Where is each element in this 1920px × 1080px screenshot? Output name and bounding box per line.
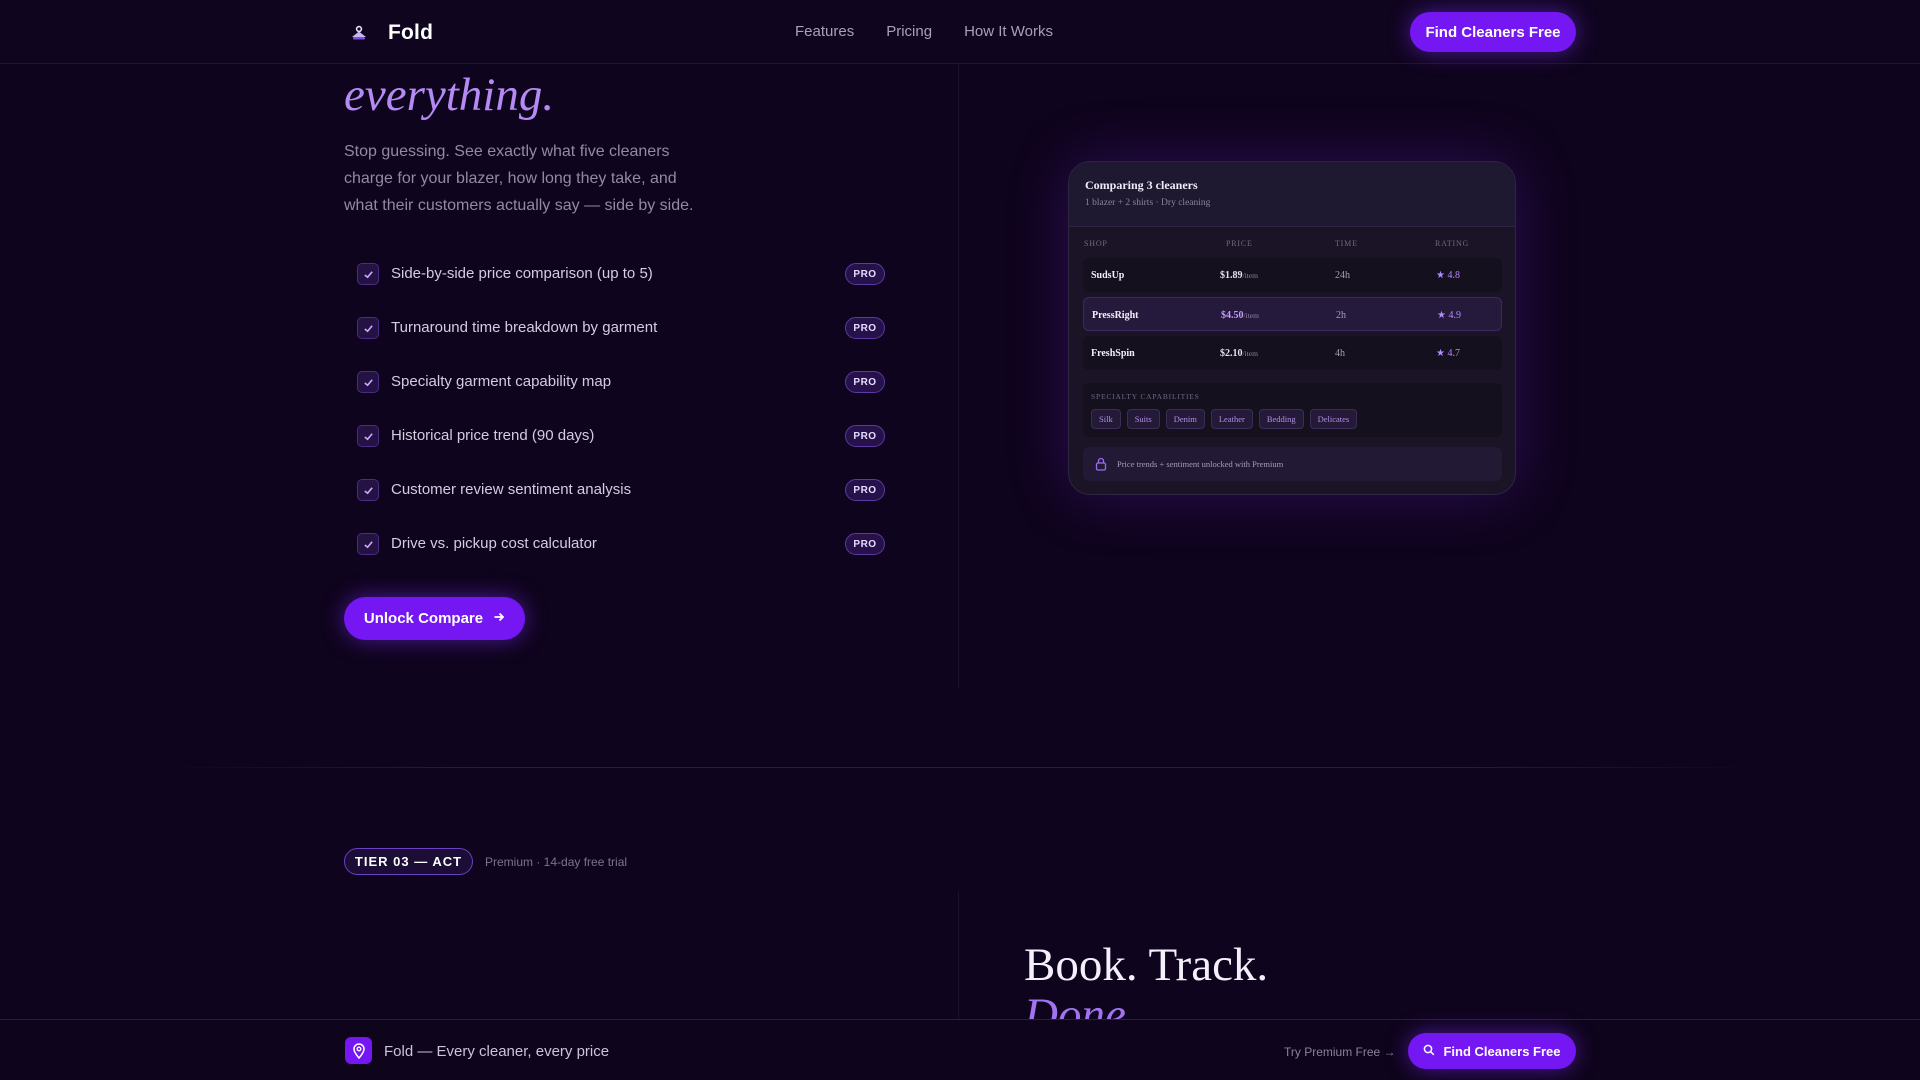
specialty-capabilities: SPECIALTY CAPABILITIES Silk Suits Denim … — [1083, 383, 1502, 437]
try-premium-link[interactable]: Try Premium Free → — [1284, 1045, 1396, 1059]
card-title: Comparing 3 cleaners — [1085, 178, 1198, 192]
column-header-shop: SHOP — [1084, 239, 1108, 248]
shop-name: PressRight — [1092, 310, 1139, 321]
brand-name: Fold — [388, 21, 434, 44]
shop-time: 24h — [1335, 270, 1350, 281]
shop-price: $2.10/item — [1220, 348, 1258, 359]
unlock-compare-label: Unlock Compare — [363, 610, 484, 627]
price-unit: /item — [1242, 271, 1258, 280]
arrow-right-icon — [493, 610, 505, 627]
check-icon — [357, 371, 379, 393]
specialty-chip: Delicates — [1309, 409, 1358, 429]
pro-badge: PRO — [845, 317, 885, 339]
specialty-chip: Denim — [1165, 409, 1205, 429]
check-icon — [357, 263, 379, 285]
shop-price: $1.89/item — [1220, 270, 1258, 281]
sticky-bottom-bar: Fold — Every cleaner, every price Try Pr… — [0, 1019, 1920, 1080]
nav-link-features[interactable]: Features — [795, 23, 854, 40]
shop-time: 4h — [1335, 348, 1345, 359]
feature-label: Side-by-side price comparison (up to 5) — [391, 265, 653, 282]
feature-label: Turnaround time breakdown by garment — [391, 319, 658, 336]
specialty-chip: Suits — [1126, 409, 1160, 429]
card-header: Comparing 3 cleaners 1 blazer + 2 shirts… — [1069, 162, 1515, 227]
premium-lock-note: Price trends + sentiment unlocked with P… — [1083, 447, 1502, 481]
hero-headline: everything. — [344, 64, 944, 122]
specialty-chips: Silk Suits Denim Leather Bedding Delicat… — [1091, 409, 1358, 429]
hanger-icon — [344, 18, 374, 48]
table-row[interactable]: FreshSpin $2.10/item 4h ★ 4.7 — [1083, 336, 1502, 370]
search-icon — [1423, 1044, 1435, 1059]
section-divider — [160, 767, 1760, 768]
nav-link-how-it-works[interactable]: How It Works — [964, 23, 1053, 40]
check-icon — [357, 425, 379, 447]
price-value: $4.50 — [1221, 310, 1244, 321]
feature-item: Drive vs. pickup cost calculator PRO — [355, 529, 885, 557]
specialty-chip: Silk — [1091, 409, 1121, 429]
bottom-bar-text: Fold — Every cleaner, every price — [384, 1043, 610, 1060]
table-row[interactable]: SudsUp $1.89/item 24h ★ 4.8 — [1083, 258, 1502, 292]
column-divider — [958, 892, 959, 1019]
card-subtitle: 1 blazer + 2 shirts · Dry cleaning — [1085, 198, 1211, 208]
price-unit: /item — [1243, 311, 1259, 320]
unlock-compare-button[interactable]: Unlock Compare — [344, 597, 525, 640]
location-pin-icon — [345, 1037, 372, 1064]
price-unit: /item — [1242, 349, 1258, 358]
nav-links: Features Pricing How It Works — [795, 23, 1053, 40]
pro-badge: PRO — [845, 479, 885, 501]
feature-item: Historical price trend (90 days) PRO — [355, 421, 885, 449]
find-cleaners-button[interactable]: Find Cleaners Free — [1410, 12, 1576, 52]
tier-note: Premium · 14-day free trial — [485, 855, 628, 869]
feature-item: Turnaround time breakdown by garment PRO — [355, 313, 885, 341]
shop-rating: ★ 4.9 — [1437, 310, 1461, 321]
check-icon — [357, 317, 379, 339]
column-divider — [958, 64, 959, 689]
price-value: $2.10 — [1220, 348, 1243, 359]
top-nav: Fold Features Pricing How It Works Find … — [0, 0, 1920, 64]
check-icon — [357, 479, 379, 501]
feature-label: Drive vs. pickup cost calculator — [391, 535, 597, 552]
hero-headline-italic: everything. — [344, 69, 555, 121]
column-header-rating: RATING — [1435, 239, 1470, 248]
tier-headline-line2: Done. — [1024, 989, 1138, 1020]
tier-headline: Book. Track. Done. — [1024, 938, 1524, 1020]
bottom-find-cleaners-button[interactable]: Find Cleaners Free — [1408, 1033, 1576, 1069]
tier-badge: TIER 03 — ACT — [344, 848, 473, 875]
hero-subtitle: Stop guessing. See exactly what five cle… — [344, 143, 694, 214]
pro-badge: PRO — [845, 425, 885, 447]
feature-label: Specialty garment capability map — [391, 373, 612, 390]
feature-item: Customer review sentiment analysis PRO — [355, 475, 885, 503]
shop-name: FreshSpin — [1091, 348, 1135, 359]
table-row-highlighted[interactable]: PressRight $4.50/item 2h ★ 4.9 — [1083, 297, 1502, 331]
lock-note-text: Price trends + sentiment unlocked with P… — [1117, 459, 1284, 469]
shop-price: $4.50/item — [1221, 310, 1259, 321]
shop-rating: ★ 4.8 — [1436, 270, 1460, 281]
feature-label: Historical price trend (90 days) — [391, 427, 595, 444]
shop-time: 2h — [1336, 310, 1346, 321]
shop-rating: ★ 4.7 — [1436, 348, 1460, 359]
pro-badge: PRO — [845, 263, 885, 285]
feature-label: Customer review sentiment analysis — [391, 481, 632, 498]
lock-icon — [1095, 457, 1107, 476]
specialty-chip: Bedding — [1258, 409, 1304, 429]
pro-badge: PRO — [845, 533, 885, 555]
brand-logo[interactable]: Fold — [344, 18, 433, 48]
shop-name: SudsUp — [1091, 270, 1125, 281]
bottom-cta-label: Find Cleaners Free — [1443, 1043, 1561, 1059]
compare-preview-card: Comparing 3 cleaners 1 blazer + 2 shirts… — [1068, 161, 1516, 495]
column-header-price: PRICE — [1226, 239, 1253, 248]
column-header-time: TIME — [1335, 239, 1358, 248]
feature-item: Side-by-side price comparison (up to 5) … — [355, 259, 885, 287]
price-value: $1.89 — [1220, 270, 1243, 281]
specialty-chip: Leather — [1210, 409, 1253, 429]
nav-link-pricing[interactable]: Pricing — [886, 23, 932, 40]
tier-headline-line1: Book. Track. — [1024, 939, 1269, 991]
feature-item: Specialty garment capability map PRO — [355, 367, 885, 395]
specialty-label: SPECIALTY CAPABILITIES — [1091, 392, 1200, 401]
check-icon — [357, 533, 379, 555]
pro-badge: PRO — [845, 371, 885, 393]
